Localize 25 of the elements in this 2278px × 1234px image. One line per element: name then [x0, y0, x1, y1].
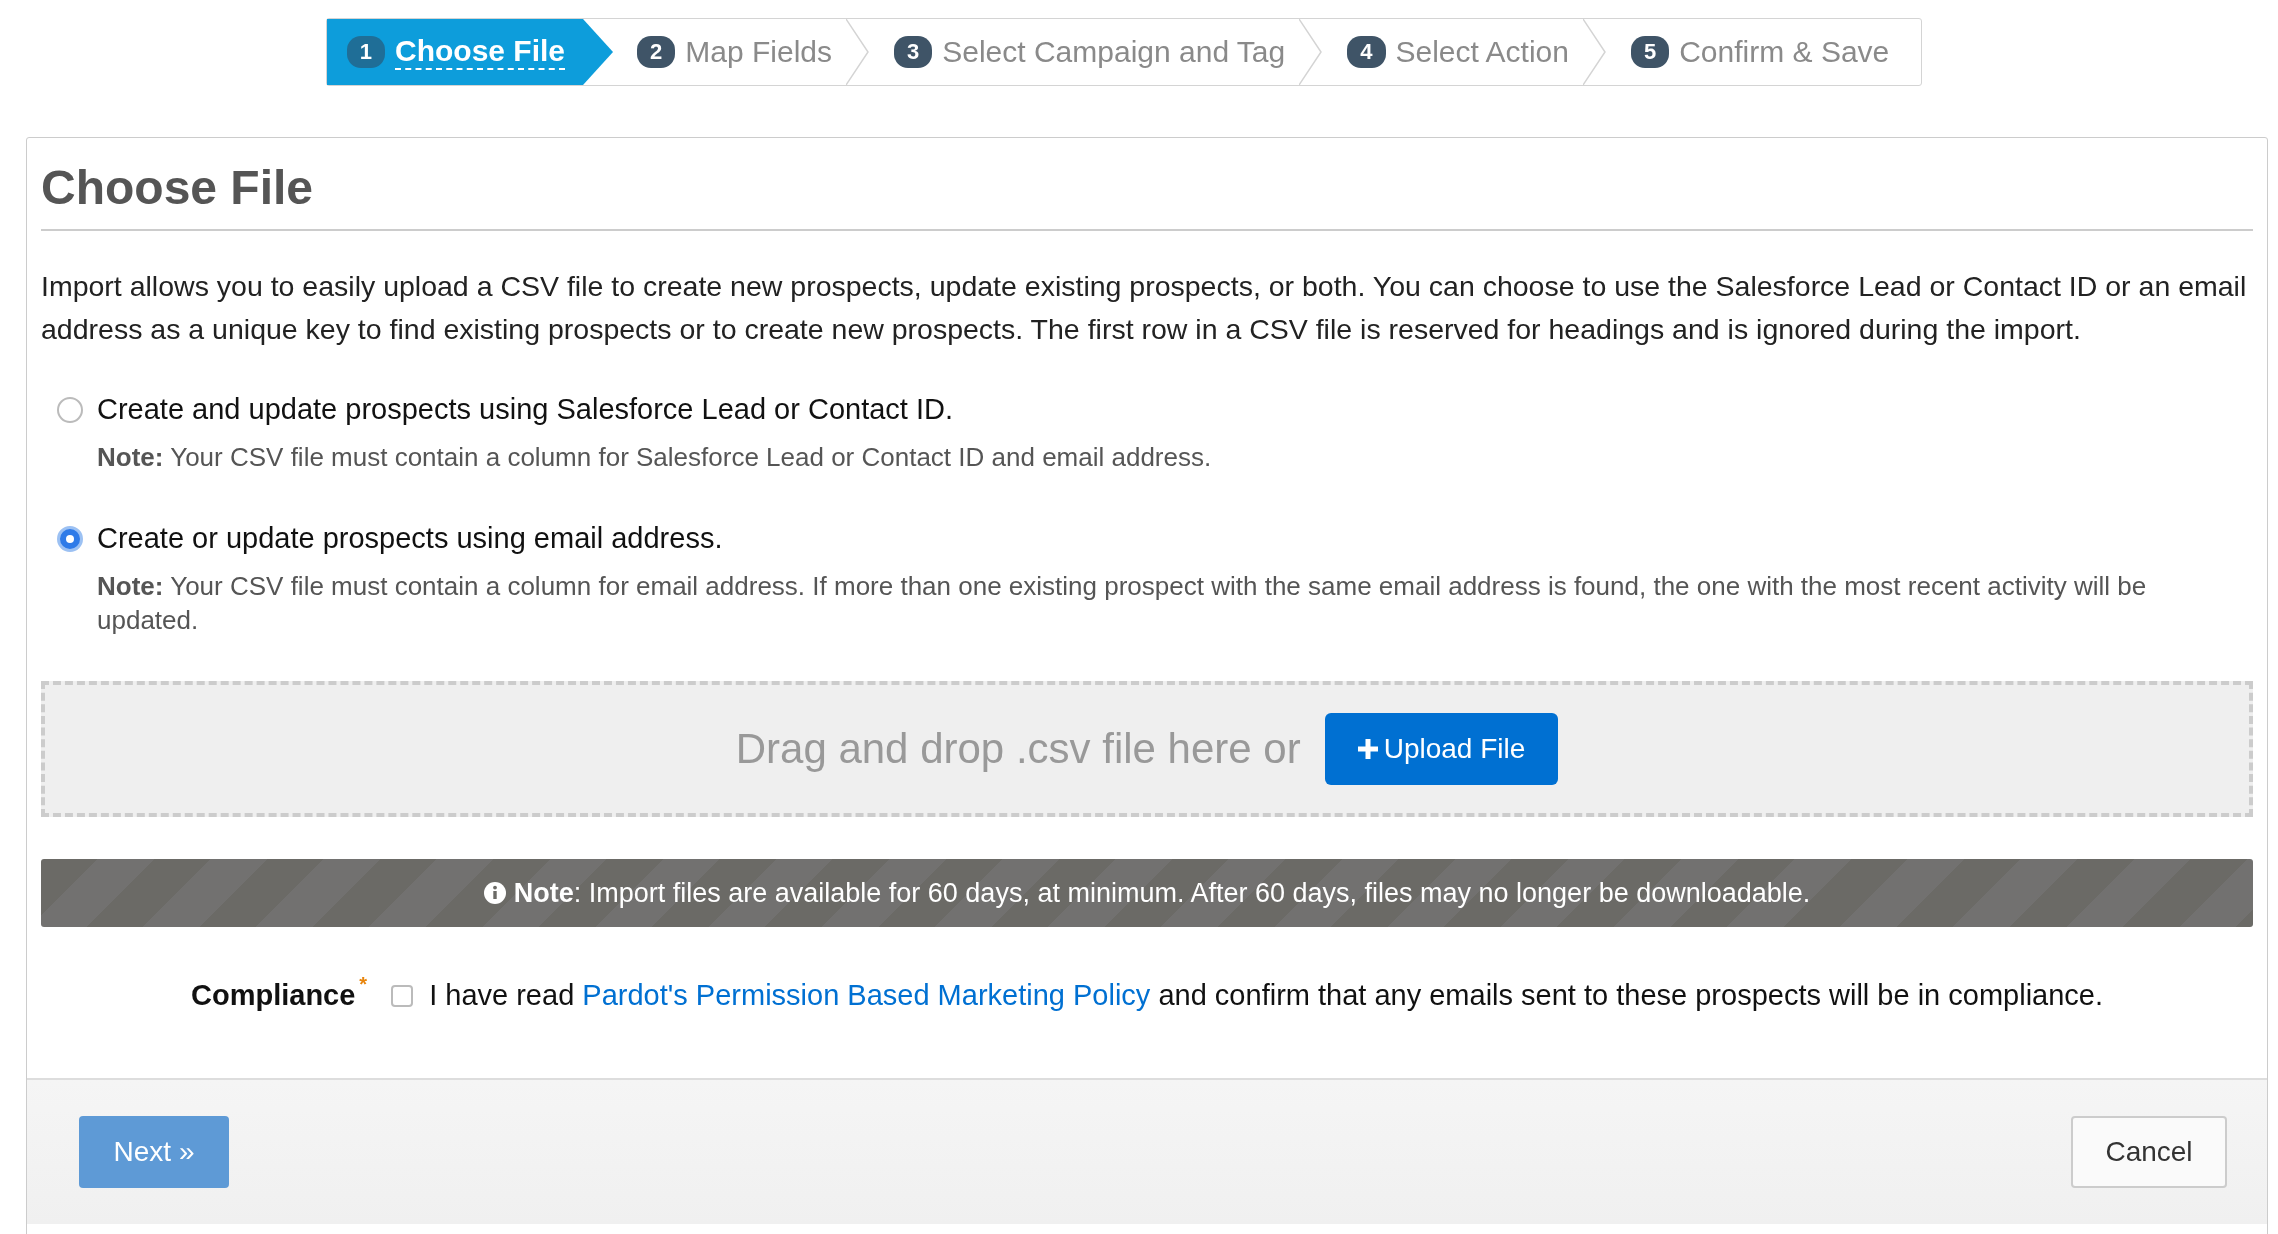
option-label: Create and update prospects using Salesforce Lead or Contact ID.	[97, 393, 953, 426]
option-note: Note: Your CSV file must contain a column for email address. If more than one existing prospect with the same email address is found, the one with the most recent activity will be updated.	[96, 570, 2148, 637]
info-icon	[483, 882, 506, 904]
required-mark: *	[359, 973, 368, 996]
policy-link[interactable]: Pardot's Permission Based Marketing Policy	[582, 979, 1151, 1011]
wizard-step-tab[interactable]: 3 Select Campaign and Tag	[870, 19, 1300, 85]
wizard-step-tab[interactable]: 1 Choose File	[326, 19, 613, 85]
option-label: Create or update prospects using email address.	[97, 522, 723, 555]
upload-file-button[interactable]: Upload File	[1324, 713, 1559, 785]
drop-prompt: Drag and drop .csv file here or	[735, 725, 1301, 773]
wizard-step-tab[interactable]: 2 Map Fields	[613, 19, 846, 85]
wizard-step-tab[interactable]: 4 Select Action	[1323, 19, 1583, 85]
file-drop-zone[interactable]: Drag and drop .csv file here or Upload File	[41, 681, 2253, 817]
plus-icon	[1357, 739, 1378, 759]
page-title: Choose File	[41, 160, 2253, 231]
wizard-step-tab[interactable]: 5 Confirm & Save	[1606, 19, 1904, 85]
option-note: Note: Your CSV file must contain a column for Salesforce Lead or Contact ID and email address.	[96, 441, 1213, 474]
radio-button[interactable]	[57, 396, 83, 423]
cancel-button[interactable]: Cancel	[2071, 1116, 2227, 1188]
radio-button[interactable]	[57, 525, 83, 552]
compliance-label: Compliance	[191, 979, 356, 1012]
notice-text: Note: Import files are available for 60 days, at minimum. After 60 days, files may no longer be downloadable.	[513, 877, 1811, 909]
compliance-statement: I have read Pardot's Permission Based Marketing Policy and confirm that any emails sent to these prospects will be in compliance.	[429, 979, 2103, 1012]
compliance-checkbox[interactable]	[391, 984, 414, 1007]
intro-text: Import allows you to easily upload a CSV file to create new prospects, update existing prospects, or both. You can choose to use the Salesforce Lead or Contact ID or an email address as a unique key to find existing prospects or to create new prospects. The first row in a CSV file is reserved for headings and is ignored during the import.	[41, 269, 2248, 347]
